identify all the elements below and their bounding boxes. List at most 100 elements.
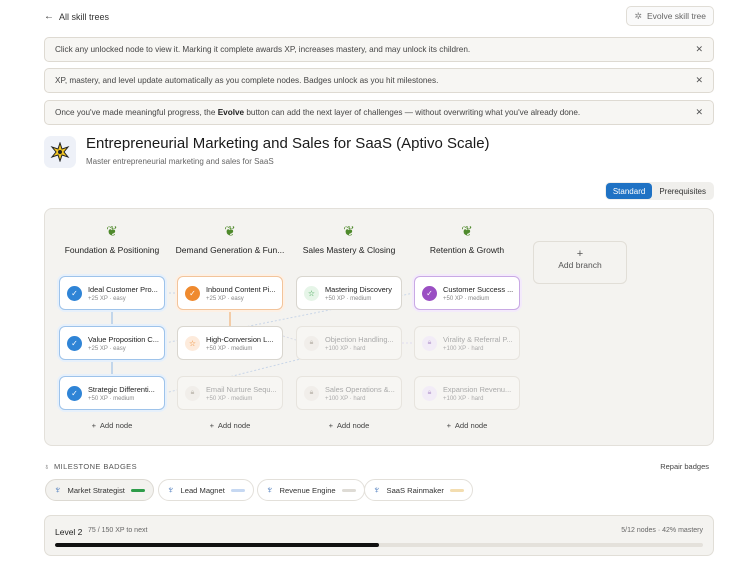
badge-status-bar (230, 488, 245, 492)
milestones-heading-label: MILESTONE BADGES (54, 462, 137, 471)
lock-icon: 🔒︎ (422, 385, 437, 401)
skill-node[interactable]: ✓ Inbound Content Pi... +25 XP · easy (177, 276, 283, 310)
repair-badges-button[interactable]: Repair badges (660, 462, 709, 471)
skill-tree-canvas: + Add branch ❦ Foundation & Positioning ✓ I… (44, 208, 714, 446)
progress-track (55, 543, 703, 547)
node-meta: +100 XP · hard (325, 345, 366, 352)
node-title: Sales Operations &... (325, 384, 395, 394)
trophy-icon: ♆ (54, 484, 62, 496)
branch-header: ❦ Sales Mastery & Closing (289, 223, 409, 255)
sparkles-icon: ✲ (634, 10, 642, 21)
trophy-icon: ♆ (266, 484, 274, 496)
node-title: High-Conversion L... (206, 334, 274, 344)
milestone-badge[interactable]: ♆ Lead Magnet (158, 479, 254, 501)
skill-node[interactable]: ✓ Strategic Differenti... +50 XP · medium (59, 376, 165, 410)
skill-node[interactable]: 🔒︎ Sales Operations &... +100 XP · hard (296, 376, 402, 410)
close-icon[interactable]: ✕ (695, 44, 703, 55)
node-text: Value Proposition C... +25 XP · easy (88, 335, 159, 352)
check-icon: ✓ (422, 285, 437, 301)
skill-node[interactable]: 🔒︎ Email Nurture Sequ... +50 XP · medium (177, 376, 283, 410)
branch-name[interactable]: Foundation & Positioning (52, 245, 172, 255)
star-icon: ☆ (185, 335, 200, 351)
branch-name[interactable]: Retention & Growth (407, 245, 527, 255)
milestone-badge[interactable]: ♆ SaaS Rainmaker (364, 479, 473, 501)
tab-prerequisites[interactable]: Prerequisites (652, 183, 713, 199)
medal-icon: ♁ (44, 462, 51, 471)
lock-icon: 🔒︎ (422, 335, 437, 351)
add-node-button[interactable]: + Add node (177, 421, 283, 430)
node-meta: +100 XP · hard (443, 345, 484, 352)
add-node-label: Add node (454, 421, 488, 430)
milestone-badge[interactable]: ♆ Market Strategist (45, 479, 154, 501)
info-banner: Once you've made meaningful progress, th… (44, 100, 714, 125)
node-meta: +50 XP · medium (206, 345, 253, 352)
node-text: Virality & Referral P... +100 XP · hard (443, 335, 513, 352)
add-branch-button[interactable]: + Add branch (533, 241, 627, 284)
node-text: Mastering Discovery +50 XP · medium (325, 285, 392, 302)
leaf-icon: ❦ (343, 223, 355, 239)
evolve-button[interactable]: ✲ Evolve skill tree (626, 6, 714, 26)
progress-fill (55, 543, 379, 547)
badge-name: Revenue Engine (279, 485, 336, 495)
milestone-badge[interactable]: ♆ Revenue Engine (257, 479, 365, 501)
branch-header: ❦ Foundation & Positioning (52, 223, 172, 255)
badge-name: Lead Magnet (180, 485, 225, 495)
tree-icon (44, 136, 76, 168)
node-title: Expansion Revenu... (443, 384, 512, 394)
trophy-icon: ♆ (373, 484, 381, 496)
skill-node[interactable]: ✓ Value Proposition C... +25 XP · easy (59, 326, 165, 360)
skill-node[interactable]: 🔒︎ Objection Handling... +100 XP · hard (296, 326, 402, 360)
node-title: Virality & Referral P... (443, 334, 513, 344)
evolve-label: Evolve skill tree (646, 11, 706, 21)
branch-header: ❦ Retention & Growth (407, 223, 527, 255)
node-title: Customer Success ... (443, 284, 514, 294)
skill-node[interactable]: ☆ High-Conversion L... +50 XP · medium (177, 326, 283, 360)
skill-node[interactable]: 🔒︎ Virality & Referral P... +100 XP · hard (414, 326, 520, 360)
node-text: Sales Operations &... +100 XP · hard (325, 385, 395, 402)
level-stats: 5/12 nodes · 42% mastery (621, 527, 703, 534)
node-title: Objection Handling... (325, 334, 394, 344)
check-icon: ✓ (67, 335, 82, 351)
check-icon: ✓ (67, 385, 82, 401)
leaf-icon: ❦ (106, 223, 118, 239)
node-text: Objection Handling... +100 XP · hard (325, 335, 394, 352)
banner-text-after: button can add the next layer of challen… (244, 108, 581, 117)
node-meta: +50 XP · medium (325, 295, 372, 302)
node-title: Mastering Discovery (325, 284, 392, 294)
leaf-icon: ❦ (224, 223, 236, 239)
add-node-button[interactable]: + Add node (59, 421, 165, 430)
skill-node[interactable]: 🔒︎ Expansion Revenu... +100 XP · hard (414, 376, 520, 410)
node-meta: +50 XP · medium (443, 295, 490, 302)
node-meta: +50 XP · medium (88, 395, 135, 402)
info-banner: Click any unlocked node to view it. Mark… (44, 37, 714, 62)
add-node-button[interactable]: + Add node (414, 421, 520, 430)
level-progress: Level 2 75 / 150 XP to next 5/12 nodes ·… (44, 515, 714, 556)
badge-status-bar (341, 488, 356, 492)
skill-node[interactable]: ✓ Customer Success ... +50 XP · medium (414, 276, 520, 310)
skill-node[interactable]: ✓ Ideal Customer Pro... +25 XP · easy (59, 276, 165, 310)
banner-text: XP, mastery, and level update automatica… (55, 76, 439, 85)
add-node-label: Add node (336, 421, 370, 430)
level-title: Level 2 (55, 527, 83, 537)
node-text: Customer Success ... +50 XP · medium (443, 285, 513, 302)
skill-node[interactable]: ☆ Mastering Discovery +50 XP · medium (296, 276, 402, 310)
back-link[interactable]: ← All skill trees (44, 11, 109, 22)
milestones-heading: ♁ MILESTONE BADGES (44, 462, 137, 471)
branch-name[interactable]: Demand Generation & Fun... (170, 245, 290, 255)
add-node-button[interactable]: + Add node (296, 421, 402, 430)
check-icon: ✓ (185, 285, 200, 301)
close-icon[interactable]: ✕ (695, 75, 703, 86)
tab-standard[interactable]: Standard (605, 183, 653, 199)
node-text: High-Conversion L... +50 XP · medium (206, 335, 273, 352)
node-text: Ideal Customer Pro... +25 XP · easy (88, 285, 158, 302)
close-icon[interactable]: ✕ (695, 107, 703, 118)
node-title: Strategic Differenti... (88, 384, 155, 394)
branch-name[interactable]: Sales Mastery & Closing (289, 245, 409, 255)
banner-text: Click any unlocked node to view it. Mark… (55, 45, 471, 54)
lock-icon: 🔒︎ (185, 385, 200, 401)
lock-icon: 🔒︎ (304, 335, 319, 351)
lock-icon: 🔒︎ (304, 385, 319, 401)
plus-icon: + (576, 248, 584, 260)
add-node-label: Add node (99, 421, 133, 430)
node-text: Inbound Content Pi... +25 XP · easy (206, 285, 275, 302)
